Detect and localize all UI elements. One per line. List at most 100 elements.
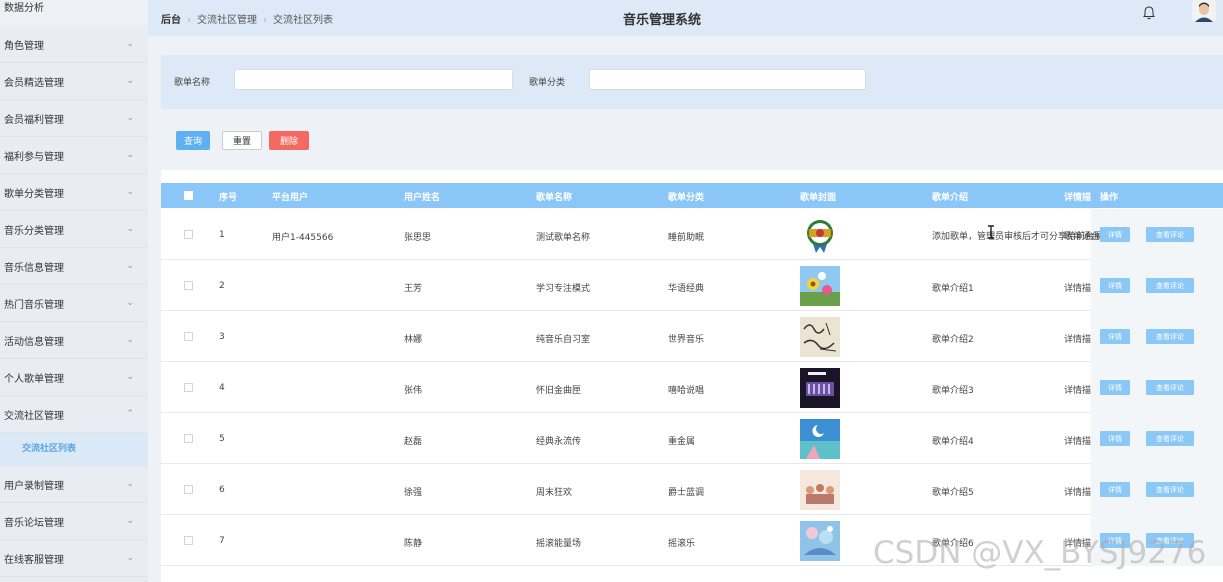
playlist-cover-image bbox=[800, 266, 840, 306]
playlist-cover-image bbox=[800, 368, 840, 408]
row-playlist-name: 纯音乐自习室 bbox=[536, 335, 591, 345]
row-user-name: 张伟 bbox=[404, 386, 423, 396]
row-index: 7 bbox=[219, 536, 225, 546]
sidebar-item-data-analysis[interactable]: 数据分析 bbox=[0, 0, 148, 26]
text-cursor-icon bbox=[988, 225, 994, 239]
detail-button[interactable]: 详情 bbox=[1100, 380, 1130, 395]
row-index: 2 bbox=[219, 281, 225, 291]
row-checkbox[interactable] bbox=[184, 281, 193, 290]
playlist-cover-image bbox=[800, 317, 840, 357]
select-all-checkbox[interactable] bbox=[184, 191, 193, 200]
detail-button[interactable]: 详情 bbox=[1100, 329, 1130, 344]
sidebar-item-label: 交流社区管理 bbox=[4, 410, 64, 422]
sidebar-item-label: 角色管理 bbox=[4, 40, 44, 52]
view-comments-button[interactable]: 查看评论 bbox=[1146, 329, 1194, 344]
chevron-down-icon: ⌄ bbox=[126, 553, 134, 563]
sidebar-item[interactable]: 会员福利管理 ⌄ bbox=[0, 100, 148, 137]
view-comments-button[interactable]: 查看评论 bbox=[1146, 278, 1194, 293]
detail-button[interactable]: 详情 bbox=[1100, 227, 1130, 242]
delete-button[interactable]: 删除 bbox=[269, 131, 309, 150]
sidebar-item-label: 福利参与管理 bbox=[4, 151, 64, 163]
row-user-name: 张思思 bbox=[404, 233, 432, 243]
chevron-down-icon: ⌄ bbox=[126, 479, 134, 489]
reset-button[interactable]: 重置 bbox=[222, 131, 262, 150]
row-index: 4 bbox=[219, 383, 225, 393]
row-playlist-intro: 歌单介绍3 bbox=[932, 386, 974, 396]
data-table: 序号 平台用户 用户姓名 歌单名称 歌单分类 歌单封面 歌单介绍 详情描 操作 … bbox=[161, 170, 1223, 582]
sidebar-item[interactable]: 音乐分类管理 ⌄ bbox=[0, 211, 148, 248]
sidebar-item[interactable]: 活动信息管理 ⌄ bbox=[0, 322, 148, 359]
view-comments-button[interactable]: 查看评论 bbox=[1146, 431, 1194, 446]
sidebar-item-label: 活动信息管理 bbox=[4, 336, 64, 348]
row-checkbox[interactable] bbox=[184, 485, 193, 494]
bell-icon[interactable] bbox=[1141, 5, 1157, 21]
view-comments-button[interactable]: 查看评论 bbox=[1146, 482, 1194, 497]
sidebar-item[interactable]: 歌单分类管理 ⌄ bbox=[0, 174, 148, 211]
col-user-name: 用户姓名 bbox=[404, 193, 441, 203]
row-checkbox[interactable] bbox=[184, 434, 193, 443]
row-playlist-category: 嘻哈说唱 bbox=[668, 386, 705, 396]
row-checkbox[interactable] bbox=[184, 230, 193, 239]
row-playlist-name: 学习专注模式 bbox=[536, 284, 591, 294]
chevron-down-icon: ⌄ bbox=[126, 298, 134, 308]
detail-button[interactable]: 详情 bbox=[1100, 482, 1130, 497]
avatar[interactable] bbox=[1192, 0, 1216, 22]
sidebar-item[interactable]: 个人歌单管理 ⌄ bbox=[0, 359, 148, 396]
sidebar-item[interactable]: 热门音乐管理 ⌄ bbox=[0, 285, 148, 322]
col-index: 序号 bbox=[219, 193, 238, 203]
row-checkbox[interactable] bbox=[184, 383, 193, 392]
playlist-cover-image bbox=[800, 215, 840, 255]
table-row: 6 徐强 周末狂欢 爵士蓝调 歌单介绍5 详情描 详情 查看评论 bbox=[161, 464, 1223, 515]
query-button[interactable]: 查询 bbox=[176, 131, 210, 150]
row-detail: 详情描 bbox=[1064, 335, 1092, 345]
view-comments-button[interactable]: 查看评论 bbox=[1146, 380, 1194, 395]
playlist-cover-image bbox=[800, 419, 840, 459]
sidebar-menu: 角色管理 ⌄ 会员精选管理 ⌄ 会员福利管理 ⌄ 福利参与管理 ⌄ 歌单分类管理 ⌄ 音乐分类管理 ⌄… bbox=[0, 26, 148, 577]
chevron-down-icon: ⌄ bbox=[126, 261, 134, 271]
row-playlist-intro: 歌单介绍2 bbox=[932, 335, 974, 345]
row-playlist-name: 经典永流传 bbox=[536, 437, 582, 447]
row-playlist-name: 摇滚能量场 bbox=[536, 539, 582, 549]
sidebar-item[interactable]: 会员精选管理 ⌄ bbox=[0, 63, 148, 100]
sidebar-item[interactable]: 交流社区管理 ⌃ bbox=[0, 396, 148, 433]
detail-button[interactable]: 详情 bbox=[1100, 278, 1130, 293]
search-panel: 歌单名称 歌单分类 bbox=[161, 55, 1223, 109]
row-index: 5 bbox=[219, 434, 225, 444]
breadcrumb-home[interactable]: 后台 bbox=[161, 15, 181, 26]
row-playlist-intro: 歌单介绍1 bbox=[932, 284, 974, 294]
app-root: 数据分析 角色管理 ⌄ 会员精选管理 ⌄ 会员福利管理 ⌄ 福利参与管理 ⌄ 歌单分类管理 ⌄ 音乐… bbox=[0, 0, 1223, 582]
sidebar-item[interactable]: 用户录制管理 ⌄ bbox=[0, 466, 148, 503]
chevron-down-icon: ⌄ bbox=[126, 516, 134, 526]
sidebar-item[interactable]: 角色管理 ⌄ bbox=[0, 26, 148, 63]
row-index: 1 bbox=[219, 230, 225, 240]
sidebar-item[interactable]: 在线客服管理 ⌄ bbox=[0, 540, 148, 577]
sidebar-item-label: 热门音乐管理 bbox=[4, 299, 64, 311]
breadcrumb: 后台 › 交流社区管理 › 交流社区列表 bbox=[161, 11, 333, 26]
row-user-name: 赵磊 bbox=[404, 437, 423, 447]
col-playlist-name: 歌单名称 bbox=[536, 193, 573, 203]
view-comments-button[interactable]: 查看评论 bbox=[1146, 227, 1194, 242]
row-playlist-name: 测试歌单名称 bbox=[536, 233, 591, 243]
chevron-down-icon: ⌄ bbox=[126, 150, 134, 160]
row-index: 6 bbox=[219, 485, 225, 495]
chevron-down-icon: ⌄ bbox=[126, 187, 134, 197]
table-row: 1 用户1-445566 张思思 测试歌单名称 睡前助眠 添加歌单，管理员审核后才可分享给… bbox=[161, 209, 1223, 260]
row-detail: 歌单通台 bbox=[1064, 232, 1101, 242]
detail-button[interactable]: 详情 bbox=[1100, 431, 1130, 446]
sidebar-subitem-community-list[interactable]: 交流社区列表 bbox=[0, 433, 148, 466]
table-row: 2 王芳 学习专注模式 华语经典 歌单介绍1 详情描 详情 查看评论 bbox=[161, 260, 1223, 311]
row-checkbox[interactable] bbox=[184, 332, 193, 341]
page-title: 音乐管理系统 bbox=[623, 13, 702, 28]
playlist-category-input[interactable] bbox=[589, 69, 866, 90]
playlist-name-input[interactable] bbox=[234, 69, 513, 90]
sidebar: 数据分析 角色管理 ⌄ 会员精选管理 ⌄ 会员福利管理 ⌄ 福利参与管理 ⌄ 歌单分类管理 ⌄ 音乐… bbox=[0, 0, 148, 582]
breadcrumb-community-list: 交流社区列表 bbox=[273, 15, 333, 26]
row-index: 3 bbox=[219, 332, 225, 342]
sidebar-item[interactable]: 福利参与管理 ⌄ bbox=[0, 137, 148, 174]
row-checkbox[interactable] bbox=[184, 536, 193, 545]
col-playlist-cover: 歌单封面 bbox=[800, 193, 837, 203]
sidebar-item[interactable]: 音乐信息管理 ⌄ bbox=[0, 248, 148, 285]
row-detail: 详情描 bbox=[1064, 386, 1092, 396]
breadcrumb-community-mgmt[interactable]: 交流社区管理 bbox=[197, 15, 257, 26]
sidebar-item[interactable]: 音乐论坛管理 ⌄ bbox=[0, 503, 148, 540]
